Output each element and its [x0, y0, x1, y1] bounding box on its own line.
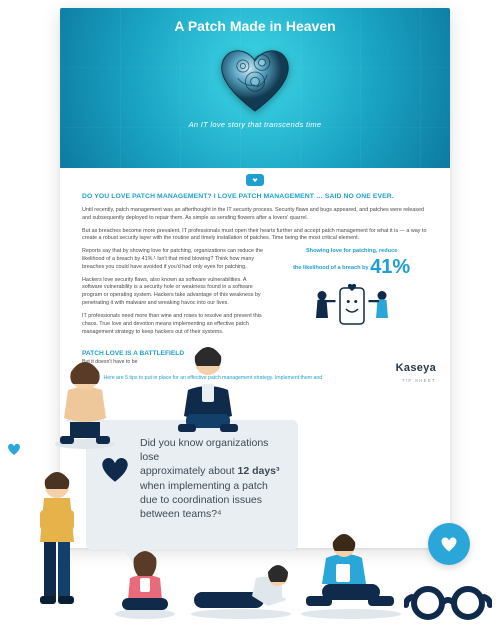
person-standing-icon [22, 466, 92, 616]
bubble-line: when implementing a patch [140, 479, 280, 493]
person-seated-man-icon [296, 530, 406, 620]
person-sitting-phone-icon [168, 328, 248, 438]
paragraph: Until recently, patch management was an … [82, 207, 428, 223]
bubble-line: Did you know organizations lose [140, 436, 280, 464]
brand-block: Kaseya TIP SHEET [396, 361, 436, 384]
stat-value: 41% [370, 255, 410, 280]
heart-chip-icon [428, 523, 470, 565]
stat-title-line: Showing love for patching, reduce [306, 248, 397, 254]
brand-name: Kaseya [396, 361, 436, 377]
glasses-icon [404, 583, 492, 621]
paragraph: But as breaches become more prevalent, I… [82, 228, 428, 244]
heart-icon [98, 454, 132, 484]
hero-subtitle: An IT love story that transcends time [60, 118, 450, 127]
heart-icon [6, 442, 22, 461]
stat-title-line: the likelihood of a breach by [293, 265, 369, 271]
brand-subtitle: TIP SHEET [396, 378, 436, 384]
section2-heading: PATCH LOVE IS A BATTLEFIELD [82, 349, 428, 359]
paragraph: Hackers love security flaws, also known … [82, 277, 265, 308]
person-sitting-woman-icon [110, 548, 180, 620]
person-lying-icon [186, 552, 296, 620]
mechanical-heart-icon [211, 40, 299, 118]
headline: DO YOU LOVE PATCH MANAGEMENT? I LOVE PAT… [82, 192, 428, 202]
heart-badge-icon [246, 174, 264, 186]
bubble-line: between teams?⁴ [140, 507, 280, 521]
hero-banner: A Patch Made in Heaven [60, 8, 450, 168]
hero-title: A Patch Made in Heaven [60, 8, 450, 34]
paragraph: Reports say that by showing love for pat… [82, 248, 265, 271]
bubble-line: due to coordination issues [140, 493, 280, 507]
bubble-line: approximately about 12 days³ [140, 464, 280, 478]
person-laptop-icon [40, 340, 130, 450]
people-phone-illustration [275, 283, 428, 333]
section2-sub: But it doesn't have to be [82, 359, 428, 367]
stat-block: Showing love for patching, reduce the li… [275, 248, 428, 333]
